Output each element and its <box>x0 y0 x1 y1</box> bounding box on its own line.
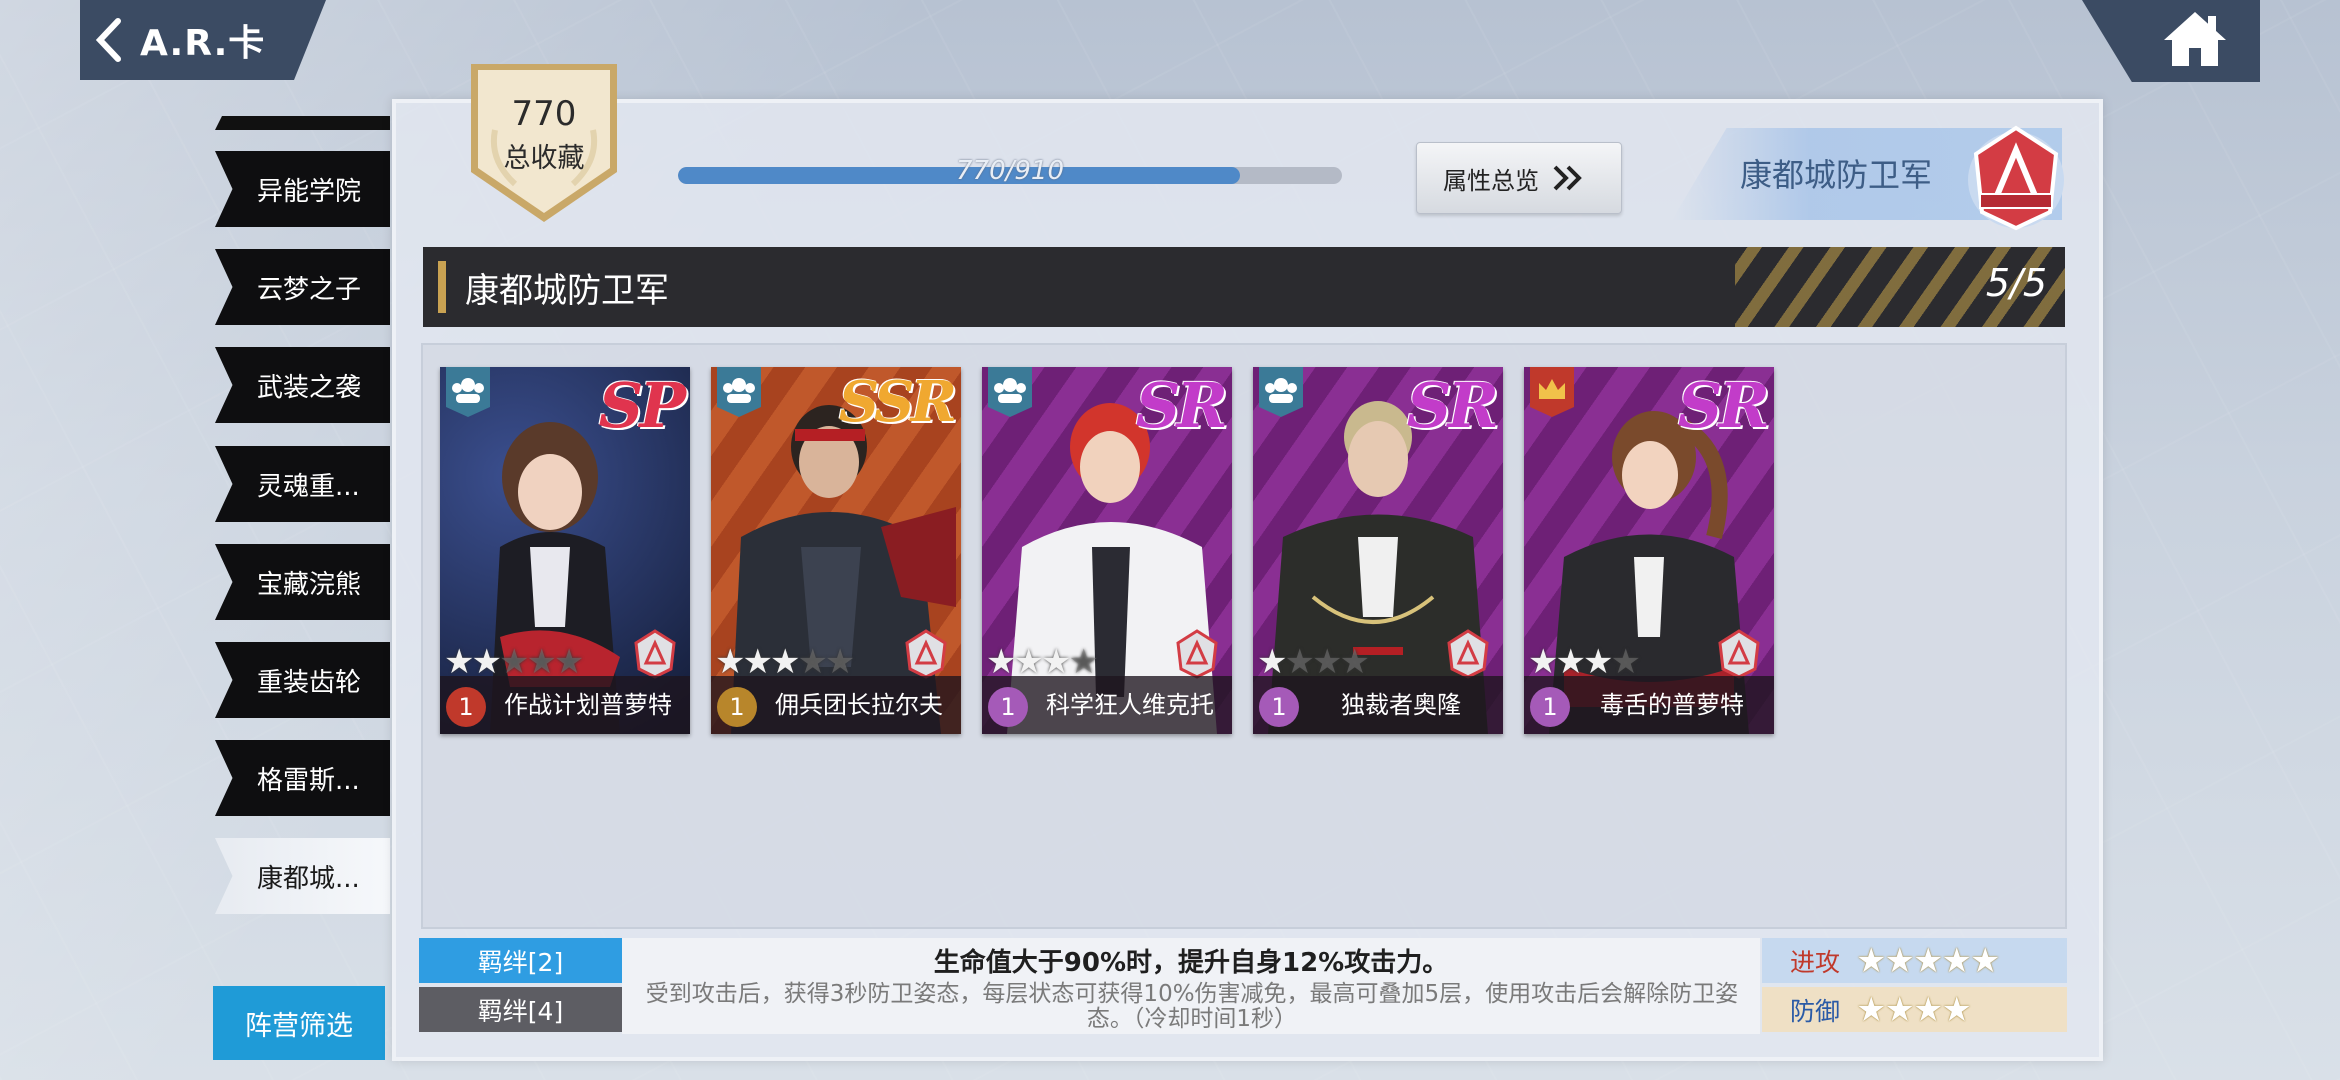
rarity-badge: SR <box>1135 369 1228 442</box>
sidebar-item-3[interactable]: 武装之袭 <box>215 347 390 423</box>
sidebar-item-5[interactable]: 宝藏浣熊 <box>215 544 390 620</box>
faction-emblem-icon <box>1968 125 2064 231</box>
set-header-accent <box>438 261 446 313</box>
sidebar-item-7[interactable]: 格雷斯... <box>215 740 390 816</box>
card-name: 作战计划普萝特 <box>504 691 672 719</box>
sidebar-item-label: 武装之袭 <box>257 372 362 403</box>
sidebar-item-label: 灵魂重... <box>257 471 360 502</box>
card-level: 1 <box>1530 687 1570 727</box>
attribute-overview-label: 属性总览 <box>1443 166 1539 195</box>
sidebar-item-2[interactable]: 云梦之子 <box>215 249 390 325</box>
card-level: 1 <box>1259 687 1299 727</box>
team-icon <box>717 367 761 417</box>
card-1[interactable]: SP ★★★★★ 1 作战计划普萝特 <box>440 367 690 734</box>
bond-4-tag: 羁绊[4] <box>419 987 622 1032</box>
attack-rating: 进攻 ★★★★★ <box>1762 938 2067 983</box>
collection-total: 770 <box>511 94 577 134</box>
collection-label: 总收藏 <box>503 143 585 174</box>
set-header: 康都城防卫军 5/5 <box>423 247 2065 327</box>
chevron-left-icon <box>95 18 121 62</box>
home-button[interactable] <box>2160 6 2230 70</box>
collection-badge: 770 总收藏 <box>465 60 623 226</box>
card-3[interactable]: SR ★★★★ 1 科学狂人维克托 <box>982 367 1232 734</box>
team-icon <box>446 367 490 417</box>
sidebar-item-8[interactable]: 康都城... <box>215 838 390 914</box>
card-level: 1 <box>717 687 757 727</box>
card-name: 毒舌的普萝特 <box>1600 691 1744 719</box>
sidebar-item-label: 异能学院 <box>257 176 362 207</box>
faction-emblem-icon <box>905 629 947 679</box>
bond-2-tag: 羁绊[2] <box>419 938 622 983</box>
faction-emblem-icon <box>1718 629 1760 679</box>
sidebar-item-1[interactable]: 异能学院 <box>215 151 390 227</box>
page-title: A.R.卡 <box>140 23 266 64</box>
defense-label: 防御 <box>1790 996 1841 1026</box>
card-level: 1 <box>446 687 486 727</box>
card-name: 佣兵团长拉尔夫 <box>775 691 943 719</box>
rarity-badge: SR <box>1406 369 1499 442</box>
sidebar-item-label: 云梦之子 <box>257 274 362 305</box>
sidebar-item-label: 宝藏浣熊 <box>257 569 362 600</box>
attack-stars: ★★★★★ <box>1856 940 2000 981</box>
faction-emblem-icon <box>1447 629 1489 679</box>
bond-2-text: 生命值大于90%时，提升自身12%攻击力。 <box>933 948 1449 978</box>
sidebar-item-label: 格雷斯... <box>257 765 360 796</box>
card-4[interactable]: SR ★★★★ 1 独裁者奥隆 <box>1253 367 1503 734</box>
home-icon <box>2164 12 2226 66</box>
team-icon <box>1259 367 1303 417</box>
card-level: 1 <box>988 687 1028 727</box>
attack-label: 进攻 <box>1790 947 1841 977</box>
card-name: 科学狂人维克托 <box>1046 691 1214 719</box>
bond-4-text: 受到攻击后，获得3秒防卫姿态，每层状态可获得10%伤害减免，最高可叠加5层，使用… <box>645 981 1739 1032</box>
faction-emblem-icon <box>634 629 676 679</box>
rarity-badge: SP <box>598 369 686 442</box>
sidebar-item-4[interactable]: 灵魂重... <box>215 446 390 522</box>
sidebar-item-6[interactable]: 重装齿轮 <box>215 642 390 718</box>
sidebar-item-label: 重装齿轮 <box>257 667 362 698</box>
defense-stars: ★★★★ <box>1856 989 1972 1030</box>
card-2[interactable]: SSR ★★★★★ 1 佣兵团长拉尔夫 <box>711 367 961 734</box>
double-chevron-right-icon <box>1553 165 1582 191</box>
faction-name: 康都城防卫军 <box>1740 156 1933 194</box>
back-button[interactable]: A.R.卡 <box>92 8 265 72</box>
faction-emblem-icon <box>1176 629 1218 679</box>
team-icon <box>988 367 1032 417</box>
collection-progress-text: 770/910 <box>955 156 1064 186</box>
sidebar-top-bar <box>215 116 390 130</box>
card-name: 独裁者奥隆 <box>1341 691 1461 719</box>
attribute-overview-button[interactable]: 属性总览 <box>1416 142 1622 214</box>
sidebar-item-label: 康都城... <box>257 863 360 894</box>
set-title: 康都城防卫军 <box>465 271 669 311</box>
card-5[interactable]: SR ★★★★ 1 毒舌的普萝特 <box>1524 367 1774 734</box>
rarity-badge: SR <box>1677 369 1770 442</box>
faction-filter-button[interactable]: 阵营筛选 <box>213 986 385 1060</box>
rarity-badge: SSR <box>838 369 957 435</box>
defense-rating: 防御 ★★★★ <box>1762 987 2067 1032</box>
crown-icon <box>1530 367 1574 417</box>
set-count: 5/5 <box>1985 261 2047 305</box>
